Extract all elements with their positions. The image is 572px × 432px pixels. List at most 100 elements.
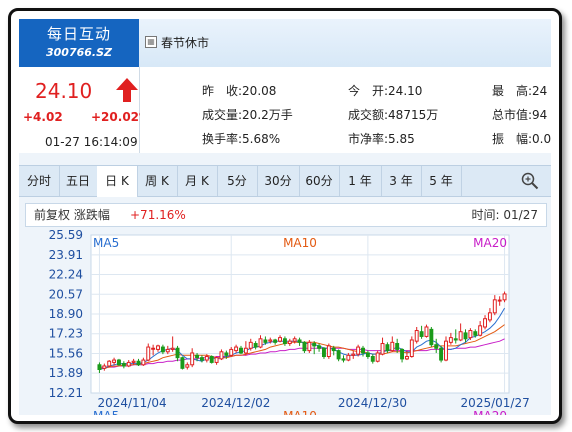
candle-body <box>361 347 365 354</box>
stat-value: 48715万 <box>388 108 439 122</box>
tab-daily-k[interactable]: 日 K <box>97 166 138 197</box>
candle-body <box>463 332 468 340</box>
stock-header[interactable]: 每日互动 300766.SZ <box>19 19 139 67</box>
candle-body <box>390 341 395 352</box>
y-tick-label: 22.24 <box>49 268 83 282</box>
quote-time: 01-27 16:14:09 <box>45 135 138 149</box>
notice-text: 春节休市 <box>161 36 210 50</box>
candle-body <box>483 318 488 328</box>
candle-body <box>370 356 375 362</box>
stat-amount: 成交额:48715万 <box>348 106 438 130</box>
candle-body <box>404 356 409 360</box>
candle-body <box>160 346 165 353</box>
candle-body <box>448 337 453 343</box>
tab-5min[interactable]: 5分 <box>217 166 258 196</box>
candle-body <box>400 348 405 360</box>
y-tick-label: 15.56 <box>49 346 83 360</box>
candle-body <box>214 357 219 363</box>
tab-5year[interactable]: 5 年 <box>421 166 462 196</box>
tab-1year[interactable]: 1 年 <box>339 166 382 196</box>
candle-body <box>468 330 473 339</box>
stat-value: 5.85 <box>388 132 415 146</box>
price-block: 24.10 +4.02 +20.02% 01-27 16:14:09 <box>19 67 151 153</box>
stat-label: 成交量: <box>202 108 243 122</box>
candle-body <box>478 325 483 336</box>
stat-open: 今 开:24.10 <box>348 82 422 106</box>
candle-body <box>497 299 502 302</box>
candle-body <box>487 312 492 321</box>
candle-body <box>414 330 419 342</box>
candle-body <box>258 338 263 348</box>
ma-legend-label: MA10 <box>283 236 317 250</box>
calendar-icon: ▦ <box>145 36 157 48</box>
candle-body <box>409 339 414 358</box>
candlestick-chart[interactable]: 25.59 23.91 22.24 20.57 18.90 17.23 15.56 13.89… <box>19 229 551 415</box>
candle-body <box>243 347 248 354</box>
candle-body <box>341 358 346 361</box>
tab-intraday[interactable]: 分时 <box>19 166 60 196</box>
candle-body <box>312 343 317 347</box>
ma-legend-label-lower: MA5 <box>93 409 119 415</box>
candle-body <box>199 357 204 361</box>
candle-body <box>224 352 229 356</box>
candle-body <box>146 346 151 361</box>
adjust-mode-label[interactable]: 前复权 涨跌幅 <box>34 204 110 226</box>
tab-monthly-k[interactable]: 月 K <box>177 166 218 196</box>
stat-label: 换手率: <box>202 132 243 146</box>
stat-market-cap: 总市值:94 <box>492 106 547 130</box>
candle-body <box>380 343 385 355</box>
candle-body <box>331 347 336 352</box>
quote-stats: 昨 收:20.08 今 开:24.10 最 高:24 成交量:20.2万手 成交… <box>140 67 551 153</box>
zoom-in-icon[interactable] <box>521 172 539 190</box>
candle-body <box>365 352 370 358</box>
stat-value: 0.0 <box>532 132 551 146</box>
stat-label: 昨 收: <box>202 84 243 98</box>
quote-panel: 每日互动 300766.SZ ▦ 春节休市 24.10 +4.02 +20.02… <box>19 19 551 415</box>
candle-body <box>117 359 121 366</box>
stat-value: 24 <box>532 84 548 98</box>
stock-code: 300766.SZ <box>46 46 112 59</box>
candle-body <box>317 345 322 349</box>
tab-five-day[interactable]: 五日 <box>59 166 98 196</box>
candle-body <box>419 331 424 337</box>
candle-body <box>502 293 507 301</box>
candle-body <box>385 344 390 352</box>
stat-amplitude: 振 幅:0.0 <box>492 130 551 154</box>
candle-body <box>444 340 448 361</box>
candle-body <box>263 339 268 343</box>
tab-60min[interactable]: 60分 <box>299 166 340 196</box>
candle-body <box>326 345 331 358</box>
range-change-pct: +71.16% <box>130 208 186 222</box>
tab-3year[interactable]: 3 年 <box>381 166 422 196</box>
stat-turnover: 换手率:5.68% <box>202 130 280 154</box>
candle-body <box>287 340 292 345</box>
candle-body <box>248 341 253 349</box>
tab-weekly-k[interactable]: 周 K <box>137 166 178 196</box>
candle-body <box>302 341 307 352</box>
candle-body <box>190 352 195 366</box>
candle-body <box>141 359 146 366</box>
candle-body <box>175 347 180 359</box>
candle-body <box>156 345 160 350</box>
y-tick-label: 23.91 <box>49 248 83 262</box>
x-tick-label: 2024/12/30 <box>338 396 407 410</box>
stat-prev-close: 昨 收:20.08 <box>202 82 276 106</box>
x-tick-label: 2024/12/02 <box>201 396 270 410</box>
y-tick-label: 25.59 <box>49 229 83 242</box>
candle-body <box>336 350 341 360</box>
candle-body <box>282 338 287 345</box>
candle-body <box>107 360 112 367</box>
tab-30min[interactable]: 30分 <box>257 166 300 196</box>
candle-body <box>453 338 458 341</box>
candle-body <box>180 357 185 369</box>
current-price: 24.10 <box>35 79 93 103</box>
adjust-bar: 前复权 涨跌幅 +71.16% 时间: 01/27 <box>25 203 547 227</box>
stat-label: 最 高: <box>492 84 533 98</box>
stat-volume: 成交量:20.2万手 <box>202 106 293 130</box>
stock-name: 每日互动 <box>46 25 111 43</box>
ma-legend-label: MA20 <box>473 236 507 250</box>
candle-body <box>395 343 400 350</box>
window-frame: 每日互动 300766.SZ ▦ 春节休市 24.10 +4.02 +20.02… <box>8 8 562 424</box>
candle-body <box>219 351 224 360</box>
candle-body <box>322 347 326 358</box>
